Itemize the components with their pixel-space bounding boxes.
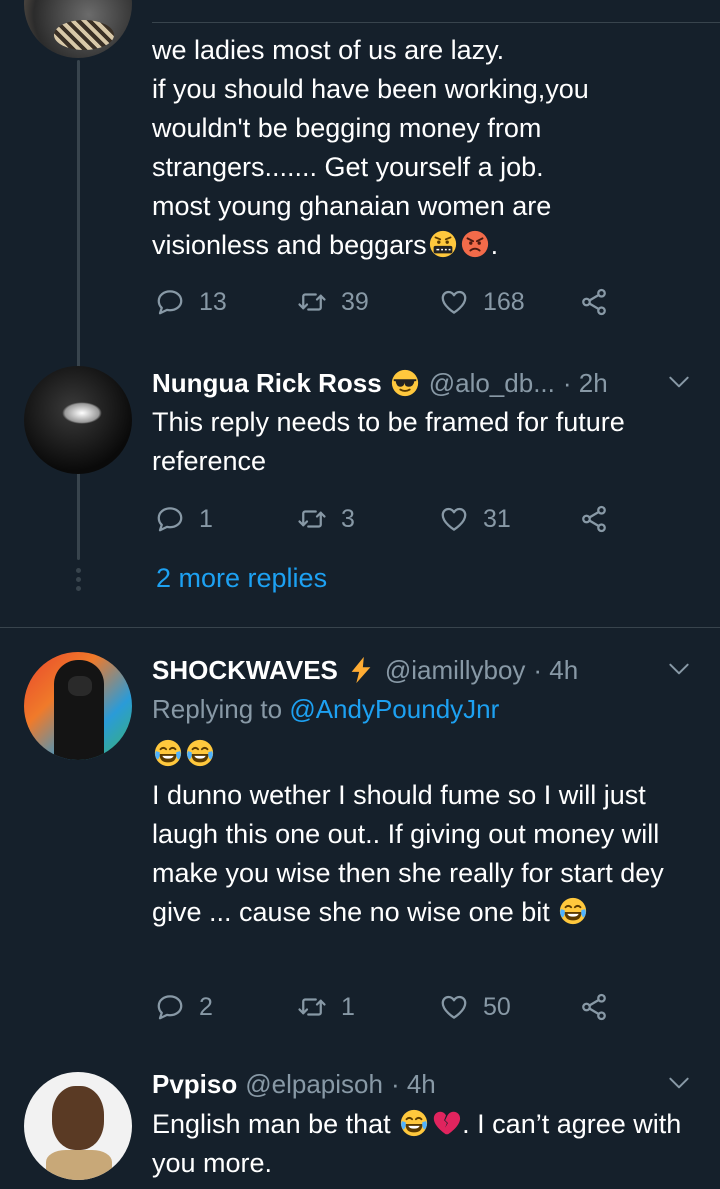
laughing-emoji bbox=[153, 738, 183, 768]
laughing-emoji bbox=[185, 738, 215, 768]
reply1-text: This reply needs to be framed for future… bbox=[152, 407, 625, 476]
reply1-header: Nungua Rick Ross @alo_db... · 2h bbox=[152, 363, 608, 403]
retweet-button[interactable]: 1 bbox=[297, 987, 355, 1027]
share-icon bbox=[579, 992, 609, 1022]
share-button[interactable] bbox=[579, 282, 609, 322]
reply2-header: SHOCKWAVES @iamillyboy · 4h bbox=[152, 650, 578, 690]
broken-heart-emoji bbox=[431, 1108, 461, 1138]
reply3-text: English man be that . I can’t agree with… bbox=[152, 1108, 682, 1178]
reply-button[interactable]: 13 bbox=[155, 282, 227, 322]
user-name[interactable]: Pvpiso bbox=[152, 1069, 237, 1100]
retweet-count: 39 bbox=[341, 287, 369, 316]
reply-count: 2 bbox=[199, 992, 213, 1021]
lightning-emoji bbox=[346, 655, 376, 685]
chevron-down-icon[interactable] bbox=[666, 656, 692, 682]
thread-line bbox=[77, 60, 80, 560]
avatar-reply2[interactable] bbox=[24, 652, 132, 760]
avatar-reply1[interactable] bbox=[24, 366, 132, 474]
cursing-emoji bbox=[428, 229, 458, 259]
more-replies-link[interactable]: 2 more replies bbox=[156, 563, 327, 594]
reply-count: 13 bbox=[199, 287, 227, 316]
share-button[interactable] bbox=[579, 987, 609, 1027]
reply2-actions: 2 1 50 bbox=[155, 987, 625, 1027]
thread-divider bbox=[0, 627, 720, 628]
avatar-tweet1[interactable] bbox=[24, 0, 132, 58]
user-handle[interactable]: @alo_db... bbox=[429, 368, 555, 399]
like-count: 50 bbox=[483, 992, 511, 1021]
retweet-button[interactable]: 3 bbox=[297, 499, 355, 539]
tweet-time: · 2h bbox=[562, 367, 608, 398]
sunglasses-emoji bbox=[390, 368, 420, 398]
retweet-icon bbox=[297, 992, 327, 1022]
tweet1-text: we ladies most of us are lazy. if you sh… bbox=[152, 35, 589, 260]
user-handle[interactable]: @iamillyboy bbox=[385, 655, 526, 686]
like-count: 168 bbox=[483, 287, 525, 316]
tweet-time: · 4h bbox=[533, 654, 579, 685]
like-button[interactable]: 168 bbox=[439, 282, 525, 322]
reply2-emoji-line bbox=[152, 738, 216, 768]
avatar-reply3[interactable] bbox=[24, 1072, 132, 1180]
chevron-down-icon[interactable] bbox=[666, 1070, 692, 1096]
user-handle[interactable]: @elpapisoh bbox=[245, 1069, 383, 1100]
reply1-actions: 1 3 31 bbox=[155, 499, 625, 539]
share-icon bbox=[579, 287, 609, 317]
reply-button[interactable]: 2 bbox=[155, 987, 213, 1027]
like-button[interactable]: 50 bbox=[439, 987, 511, 1027]
like-icon bbox=[439, 287, 469, 317]
retweet-icon bbox=[297, 287, 327, 317]
user-name[interactable]: Nungua Rick Ross bbox=[152, 368, 382, 399]
retweet-button[interactable]: 39 bbox=[297, 282, 369, 322]
reply3-header: Pvpiso @elpapisoh · 4h bbox=[152, 1064, 436, 1104]
laughing-emoji bbox=[558, 896, 588, 926]
like-button[interactable]: 31 bbox=[439, 499, 511, 539]
like-count: 31 bbox=[483, 504, 511, 533]
replying-to: Replying to @AndyPoundyJnr bbox=[152, 694, 500, 724]
reply-icon bbox=[155, 992, 185, 1022]
thread-dots bbox=[76, 568, 81, 591]
top-divider bbox=[152, 22, 720, 23]
reply-button[interactable]: 1 bbox=[155, 499, 213, 539]
replying-to-link[interactable]: @AndyPoundyJnr bbox=[289, 694, 499, 724]
tweet-time: · 4h bbox=[390, 1068, 436, 1099]
user-name[interactable]: SHOCKWAVES bbox=[152, 655, 338, 686]
chevron-down-icon[interactable] bbox=[666, 369, 692, 395]
reply2-text: I dunno wether I should fume so I will j… bbox=[152, 780, 664, 927]
tweet1-actions: 13 39 168 bbox=[155, 282, 625, 322]
share-icon bbox=[579, 504, 609, 534]
reply-icon bbox=[155, 504, 185, 534]
retweet-icon bbox=[297, 504, 327, 534]
retweet-count: 3 bbox=[341, 504, 355, 533]
like-icon bbox=[439, 992, 469, 1022]
like-icon bbox=[439, 504, 469, 534]
share-button[interactable] bbox=[579, 499, 609, 539]
retweet-count: 1 bbox=[341, 992, 355, 1021]
reply-count: 1 bbox=[199, 504, 213, 533]
angry-emoji bbox=[460, 229, 490, 259]
laughing-emoji bbox=[399, 1108, 429, 1138]
reply-icon bbox=[155, 287, 185, 317]
